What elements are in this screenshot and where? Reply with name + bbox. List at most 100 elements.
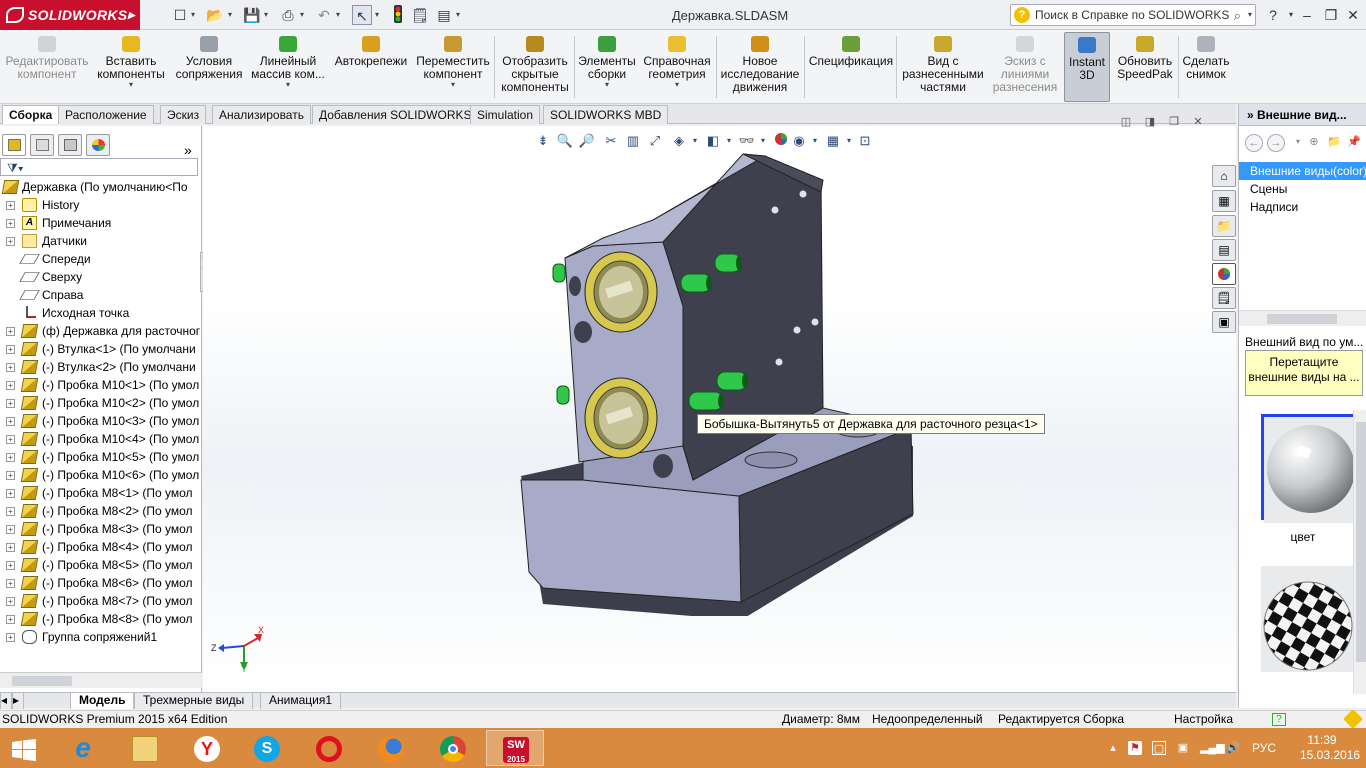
expand-icon[interactable]: + xyxy=(6,435,15,444)
restore-button[interactable]: ❐ xyxy=(1320,5,1342,25)
tree-item-part[interactable]: + (-) Пробка М10<5> (По умол xyxy=(0,448,202,466)
volume-icon[interactable]: 🔊 xyxy=(1226,741,1240,755)
print-dropdown-icon[interactable]: ▾ xyxy=(300,9,307,21)
expand-icon[interactable]: + xyxy=(6,597,15,606)
appearances-tree-scrollbar[interactable] xyxy=(1239,310,1366,326)
solidworks-forum-icon[interactable]: ▣ xyxy=(1212,311,1236,333)
task-pane-chevron-icon[interactable]: » xyxy=(1247,108,1257,122)
chevron-down-icon[interactable]: ▾ xyxy=(250,81,326,89)
search-icon[interactable]: ⌕ xyxy=(1234,6,1241,26)
linear-pattern-button[interactable]: Линейный массив ком... ▾ xyxy=(250,32,326,102)
expand-icon[interactable]: + xyxy=(6,561,15,570)
tree-item-origin[interactable]: Исходная точка xyxy=(0,304,202,322)
design-library-icon[interactable]: ▦ xyxy=(1212,190,1236,212)
options-dropdown-icon[interactable]: ▾ xyxy=(456,9,463,21)
taskbar-solidworks[interactable]: SW 2015 xyxy=(486,730,544,766)
tab-assembly[interactable]: Сборка xyxy=(2,105,60,124)
save-icon[interactable]: 💾 xyxy=(242,5,262,25)
system-clock[interactable]: 11:39 15.03.2016 xyxy=(1300,733,1360,763)
expand-icon[interactable]: + xyxy=(6,615,15,624)
expand-icon[interactable]: + xyxy=(6,507,15,516)
tree-item-part[interactable]: + (-) Втулка<1> (По умолчани xyxy=(0,340,202,358)
smart-fasteners-button[interactable]: Автокрепежи xyxy=(332,32,410,102)
appearance-thumbnail-checker[interactable] xyxy=(1261,566,1355,672)
start-button[interactable] xyxy=(0,730,50,766)
select-cursor-icon[interactable]: ↖ xyxy=(352,5,372,25)
expand-icon[interactable]: + xyxy=(6,381,15,390)
input-language-indicator[interactable]: РУС xyxy=(1252,741,1276,755)
chevron-down-icon[interactable]: ▾ xyxy=(576,81,638,89)
chevron-down-icon[interactable]: ▾ xyxy=(94,81,168,89)
expand-icon[interactable]: + xyxy=(6,219,15,228)
taskbar-skype[interactable]: S xyxy=(238,730,296,766)
property-manager-tab[interactable] xyxy=(30,134,54,156)
tree-item-part[interactable]: + (-) Пробка М8<6> (По умол xyxy=(0,574,202,592)
explode-line-sketch-button[interactable]: Эскиз с линиями разнесения xyxy=(990,32,1060,102)
move-component-button[interactable]: Переместить компонент ▾ xyxy=(414,32,492,102)
assembly-3d-model[interactable] xyxy=(503,146,943,616)
bom-button[interactable]: Спецификация xyxy=(808,32,894,102)
tree-item-part[interactable]: + (-) Пробка М8<4> (По умол xyxy=(0,538,202,556)
mate-button[interactable]: Условия сопряжения xyxy=(172,32,246,102)
tab-layout[interactable]: Расположение xyxy=(58,105,154,124)
tree-item-part[interactable]: + (-) Пробка М8<5> (По умол xyxy=(0,556,202,574)
expand-icon[interactable]: + xyxy=(6,453,15,462)
appearances-tree-item[interactable]: Сцены xyxy=(1239,180,1366,198)
tab-scroll-right-icon[interactable]: ▸ xyxy=(12,693,24,709)
minimize-button[interactable]: – xyxy=(1296,5,1318,25)
expand-icon[interactable]: + xyxy=(6,579,15,588)
tab-animation[interactable]: Анимация1 xyxy=(260,693,342,709)
tree-item-part[interactable]: + (-) Пробка М8<3> (По умол xyxy=(0,520,202,538)
tray-app-icon[interactable]: ▢ xyxy=(1152,741,1166,755)
expand-icon[interactable]: + xyxy=(6,399,15,408)
taskbar-internet-explorer[interactable]: e xyxy=(54,730,112,766)
tree-item-annotations[interactable]: + A Примечания xyxy=(0,214,202,232)
feature-tree-scrollbar[interactable] xyxy=(0,672,202,688)
file-explorer-folder-icon[interactable]: 📁 xyxy=(1212,215,1236,237)
tree-root-assembly[interactable]: Державка (По умолчанию<По xyxy=(0,178,202,196)
instant-3d-button[interactable]: Instant 3D xyxy=(1064,32,1110,102)
add-to-library-icon[interactable]: ⊕ xyxy=(1305,134,1323,152)
document-tile-right-icon[interactable]: ◨ xyxy=(1141,114,1159,130)
insert-components-button[interactable]: Вставить компоненты ▾ xyxy=(94,32,168,102)
tree-item-top-plane[interactable]: Сверху xyxy=(0,268,202,286)
undo-dropdown-icon[interactable]: ▾ xyxy=(336,9,343,21)
menu-arrow-icon[interactable]: ▶ xyxy=(128,0,138,30)
notification-icon[interactable] xyxy=(1343,709,1363,729)
tree-item-part[interactable]: + (-) Пробка М8<8> (По умол xyxy=(0,610,202,628)
feature-filter-input[interactable]: ⧩▾ xyxy=(0,158,198,176)
expand-icon[interactable]: + xyxy=(6,525,15,534)
take-snapshot-button[interactable]: Сделать снимок xyxy=(1180,32,1232,102)
taskbar-yandex[interactable]: Y xyxy=(178,730,236,766)
options-icon[interactable]: ▤ xyxy=(434,5,454,25)
tab-addins[interactable]: Добавления SOLIDWORKS xyxy=(312,105,479,124)
thumbnails-scrollbar[interactable] xyxy=(1353,410,1366,694)
search-dropdown-icon[interactable]: ▾ xyxy=(1248,5,1252,25)
file-properties-icon[interactable]: 🗒 xyxy=(410,5,430,25)
save-dropdown-icon[interactable]: ▾ xyxy=(264,9,271,21)
tree-item-part[interactable]: + (-) Пробка М10<3> (По умол xyxy=(0,412,202,430)
appearances-tree-item[interactable]: Внешние виды(color) xyxy=(1239,162,1366,180)
more-tabs-chevron-icon[interactable]: » xyxy=(184,142,192,158)
tab-3d-views[interactable]: Трехмерные виды xyxy=(134,693,254,709)
expand-icon[interactable]: + xyxy=(6,345,15,354)
custom-properties-icon[interactable]: 🗒 xyxy=(1212,287,1236,309)
select-dropdown-icon[interactable]: ▾ xyxy=(375,9,382,21)
tree-item-history[interactable]: + History xyxy=(0,196,202,214)
configuration-manager-tab[interactable] xyxy=(58,134,82,156)
expand-icon[interactable]: + xyxy=(6,327,15,336)
scrollbar-thumb[interactable] xyxy=(1356,422,1366,662)
tab-simulation[interactable]: Simulation xyxy=(470,105,541,124)
show-hidden-icons-chevron-icon[interactable]: ▴ xyxy=(1106,741,1120,755)
tree-item-part[interactable]: + (-) Пробка М8<2> (По умол xyxy=(0,502,202,520)
display-manager-tab[interactable] xyxy=(86,134,110,156)
assembly-features-button[interactable]: Элементы сборки ▾ xyxy=(576,32,638,102)
folder-icon[interactable]: 📁 xyxy=(1325,134,1343,152)
taskbar-file-explorer[interactable] xyxy=(116,730,174,766)
expand-icon[interactable]: + xyxy=(6,363,15,372)
rebuild-status-icon[interactable]: ? xyxy=(1272,713,1286,726)
tab-evaluate[interactable]: Анализировать xyxy=(212,105,311,124)
tab-sketch[interactable]: Эскиз xyxy=(160,105,207,124)
new-dropdown-icon[interactable]: ▾ xyxy=(191,9,198,21)
edit-component-button[interactable]: Редактировать компонент xyxy=(4,32,90,102)
